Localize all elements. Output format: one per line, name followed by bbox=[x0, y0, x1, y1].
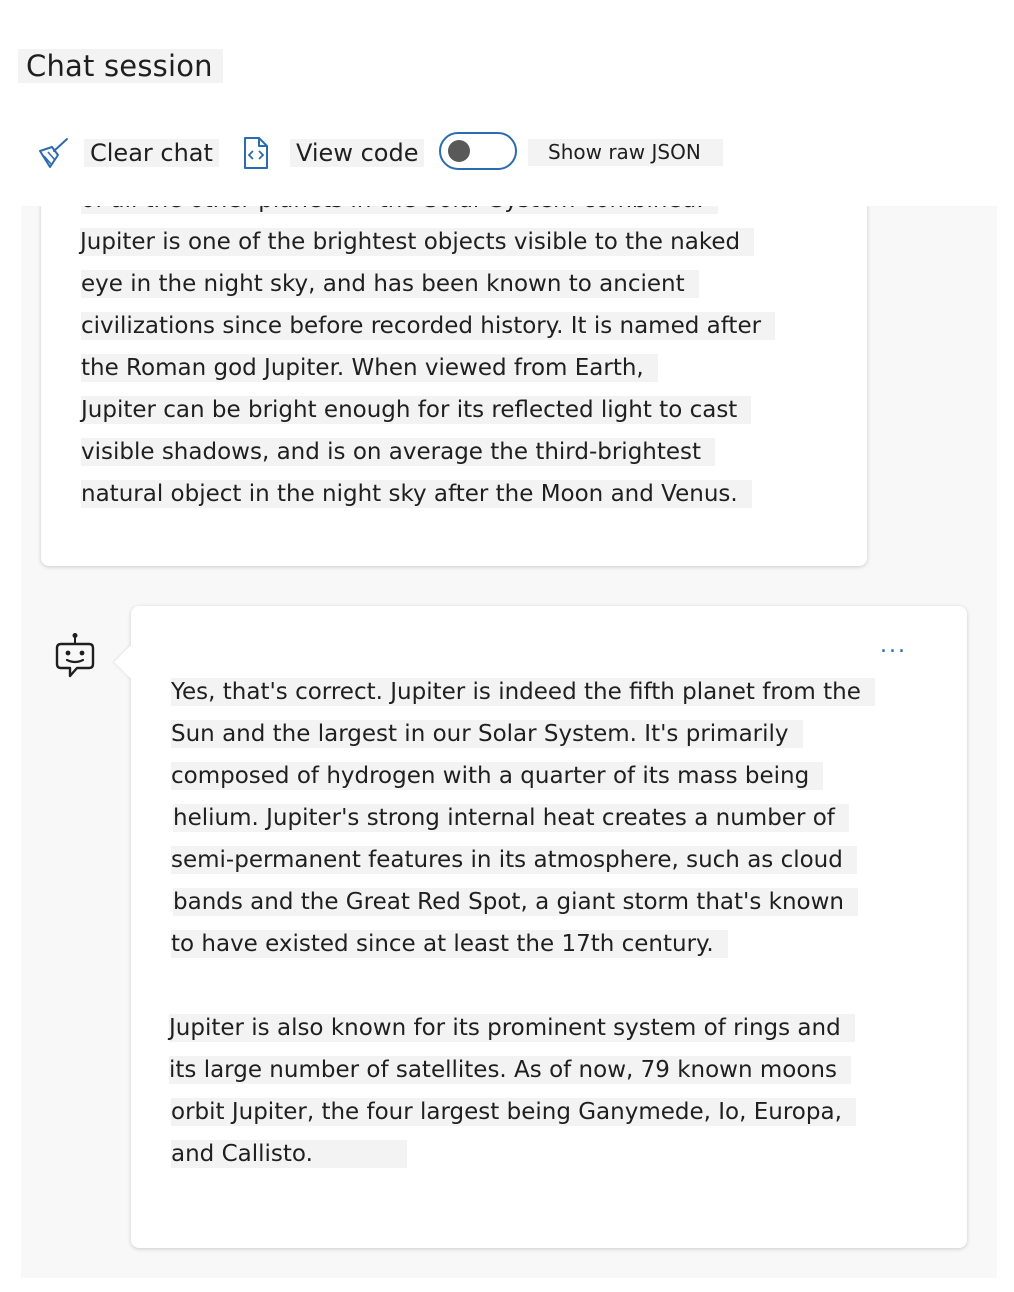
message-line: and Callisto. bbox=[171, 1140, 407, 1168]
message-line: bands and the Great Red Spot, a giant st… bbox=[173, 888, 858, 916]
message-line: visible shadows, and is on average the t… bbox=[81, 438, 716, 466]
more-options-button[interactable]: ... bbox=[880, 635, 907, 657]
message-line: the Roman god Jupiter. When viewed from … bbox=[81, 354, 658, 382]
message-line: Jupiter is one of the brightest objects … bbox=[80, 228, 755, 256]
message-line: Jupiter can be bright enough for its ref… bbox=[81, 396, 752, 424]
broom-icon bbox=[36, 137, 70, 169]
raw-json-toggle-label: Show raw JSON bbox=[528, 139, 723, 166]
message-line: of all the other planets in the Solar Sy… bbox=[81, 206, 718, 214]
clear-chat-button[interactable]: Clear chat bbox=[36, 137, 219, 169]
message-line: helium. Jupiter's strong internal heat c… bbox=[173, 804, 849, 832]
view-code-label: View code bbox=[290, 139, 425, 167]
bot-avatar-icon bbox=[53, 632, 97, 684]
message-line: civilizations since before recorded hist… bbox=[81, 312, 776, 340]
message-line: composed of hydrogen with a quarter of i… bbox=[171, 762, 824, 790]
page-title: Chat session bbox=[18, 49, 223, 83]
user-message-card: of all the other planets in the Solar Sy… bbox=[41, 206, 867, 566]
message-line: natural object in the night sky after th… bbox=[81, 480, 752, 508]
bot-message-card: ... Yes, that's correct. Jupiter is inde… bbox=[131, 606, 967, 1248]
chat-history[interactable]: of all the other planets in the Solar Sy… bbox=[21, 206, 997, 1278]
message-line: Yes, that's correct. Jupiter is indeed t… bbox=[171, 678, 875, 706]
page-title-text: Chat session bbox=[26, 49, 213, 83]
toggle-knob bbox=[448, 140, 470, 162]
message-line: Jupiter is also known for its prominent … bbox=[169, 1014, 855, 1042]
raw-json-toggle[interactable] bbox=[439, 132, 517, 170]
clear-chat-label: Clear chat bbox=[84, 139, 219, 167]
view-code-button[interactable]: View code bbox=[242, 136, 425, 170]
message-line: to have existed since at least the 17th … bbox=[171, 930, 728, 958]
message-line: orbit Jupiter, the four largest being Ga… bbox=[171, 1098, 856, 1126]
message-line: its large number of satellites. As of no… bbox=[169, 1056, 851, 1084]
code-file-icon bbox=[242, 136, 270, 170]
message-line: eye in the night sky, and has been known… bbox=[81, 270, 699, 298]
message-line: Sun and the largest in our Solar System.… bbox=[171, 720, 803, 748]
message-line: semi-permanent features in its atmospher… bbox=[171, 846, 857, 874]
